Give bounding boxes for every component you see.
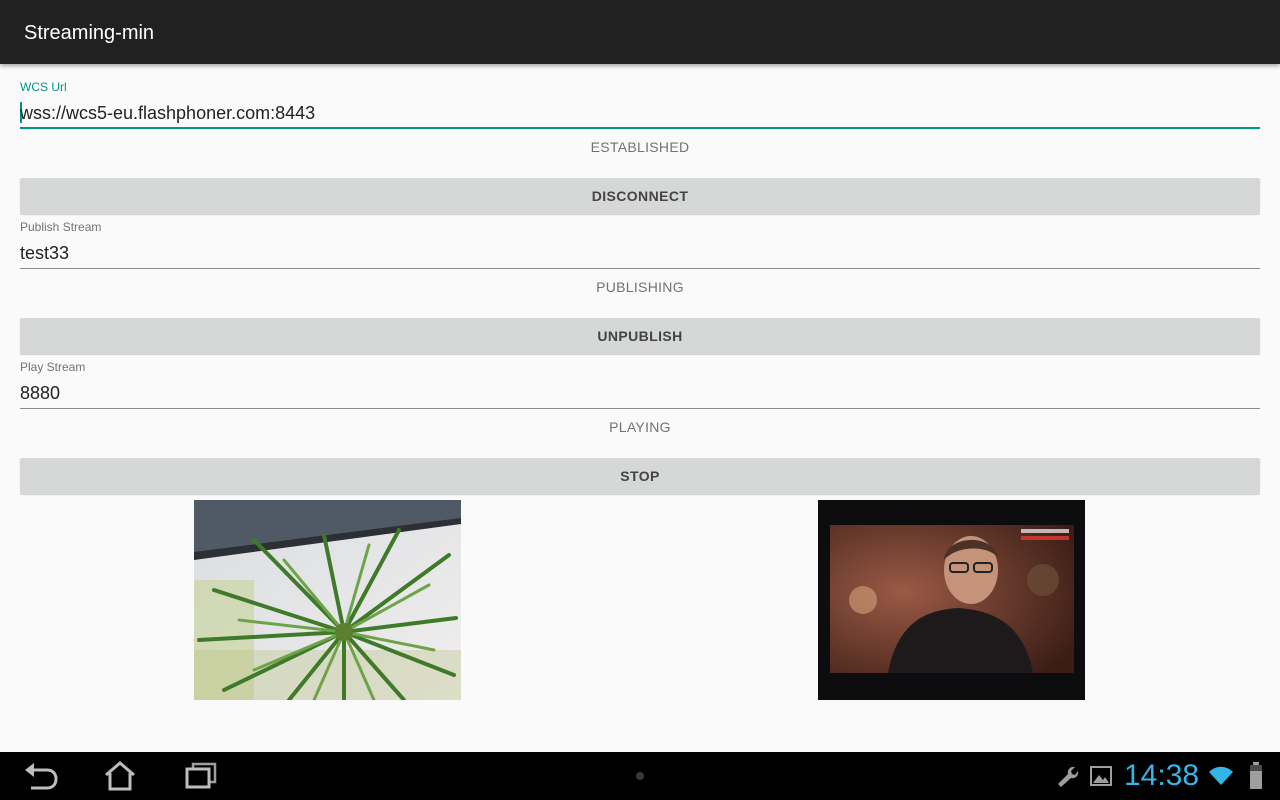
play-stream-value: 8880 [20, 383, 61, 403]
app-title: Streaming-min [24, 22, 155, 44]
play-stream-label: Play Stream [20, 360, 86, 374]
publish-stream-label: Publish Stream [20, 220, 102, 234]
publish-stream-input[interactable]: test33 [20, 241, 1260, 269]
connection-status: ESTABLISHED [590, 139, 690, 155]
publish-stream-value: test33 [20, 243, 70, 263]
wcs-url-label: WCS Url [20, 80, 67, 94]
local-video-view [194, 500, 461, 700]
remote-video-view [818, 500, 1085, 700]
home-icon[interactable] [100, 760, 140, 792]
status-clock: 14:38 [1124, 759, 1200, 792]
wifi-icon [1208, 764, 1234, 793]
stop-button[interactable]: STOP [20, 458, 1260, 494]
wcs-url-input[interactable]: wss://wcs5-eu.flashphoner.com:8443 [20, 101, 1260, 129]
disconnect-button[interactable]: DISCONNECT [20, 178, 1260, 214]
nav-center-dot [636, 772, 644, 780]
wcs-url-value: wss://wcs5-eu.flashphoner.com:8443 [20, 103, 316, 123]
wrench-icon [1055, 764, 1079, 793]
play-status: PLAYING [609, 419, 671, 435]
play-stream-input[interactable]: 8880 [20, 381, 1260, 409]
back-icon[interactable] [21, 760, 61, 792]
unpublish-button[interactable]: UNPUBLISH [20, 318, 1260, 354]
battery-icon [1248, 762, 1264, 795]
recent-apps-icon[interactable] [181, 760, 221, 792]
gallery-icon [1090, 764, 1112, 793]
publish-status: PUBLISHING [596, 279, 684, 295]
app-bar: Streaming-min [0, 0, 1280, 64]
